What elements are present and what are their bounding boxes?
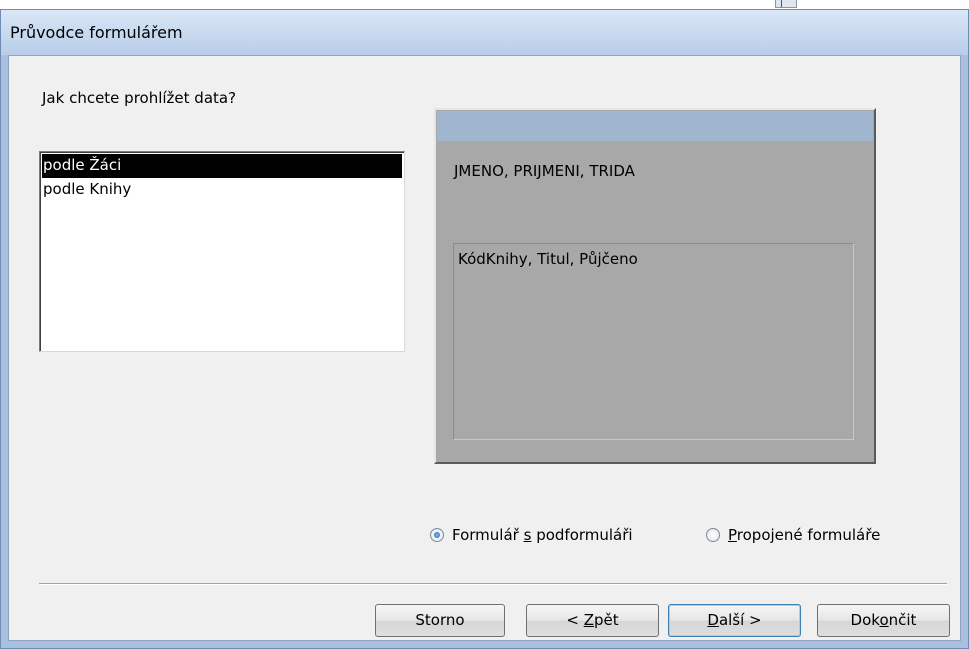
- list-item-podle-knihy[interactable]: podle Knihy: [40, 178, 404, 202]
- form-wizard-dialog: Průvodce formulářem Jak chcete prohlížet…: [0, 9, 969, 649]
- finish-button[interactable]: Dokončit: [817, 604, 950, 637]
- linked-forms-radio-label: Propojené formuláře: [728, 526, 881, 544]
- question-label: Jak chcete prohlížet data?: [42, 89, 237, 107]
- dialog-content: Jak chcete prohlížet data? podle Žáci po…: [8, 55, 961, 641]
- subform-option[interactable]: Formulář s podformuláři: [430, 526, 633, 544]
- list-item-podle-zaci[interactable]: podle Žáci: [42, 154, 402, 178]
- next-button[interactable]: Další >: [668, 604, 801, 637]
- linked-forms-radio[interactable]: [706, 528, 720, 542]
- subform-radio[interactable]: [430, 528, 444, 542]
- subform-preview: KódKnihy, Titul, Půjčeno: [453, 243, 854, 440]
- preview-header-bar: [437, 111, 873, 141]
- subform-radio-label: Formulář s podformuláři: [452, 526, 633, 544]
- title-bar[interactable]: Průvodce formulářem: [1, 10, 968, 55]
- dialog-title: Průvodce formulářem: [10, 23, 183, 42]
- background-scrollbar-edge: [775, 0, 797, 8]
- button-divider: [39, 583, 947, 585]
- view-by-listbox[interactable]: podle Žáci podle Knihy: [39, 151, 405, 352]
- main-form-fields: JMENO, PRIJMENI, TRIDA: [454, 162, 635, 180]
- subform-fields: KódKnihy, Titul, Půjčeno: [458, 250, 638, 268]
- cancel-button[interactable]: Storno: [375, 604, 505, 637]
- back-button[interactable]: < Zpět: [526, 604, 659, 637]
- linked-forms-option[interactable]: Propojené formuláře: [706, 526, 880, 544]
- form-preview: JMENO, PRIJMENI, TRIDA KódKnihy, Titul, …: [434, 108, 876, 464]
